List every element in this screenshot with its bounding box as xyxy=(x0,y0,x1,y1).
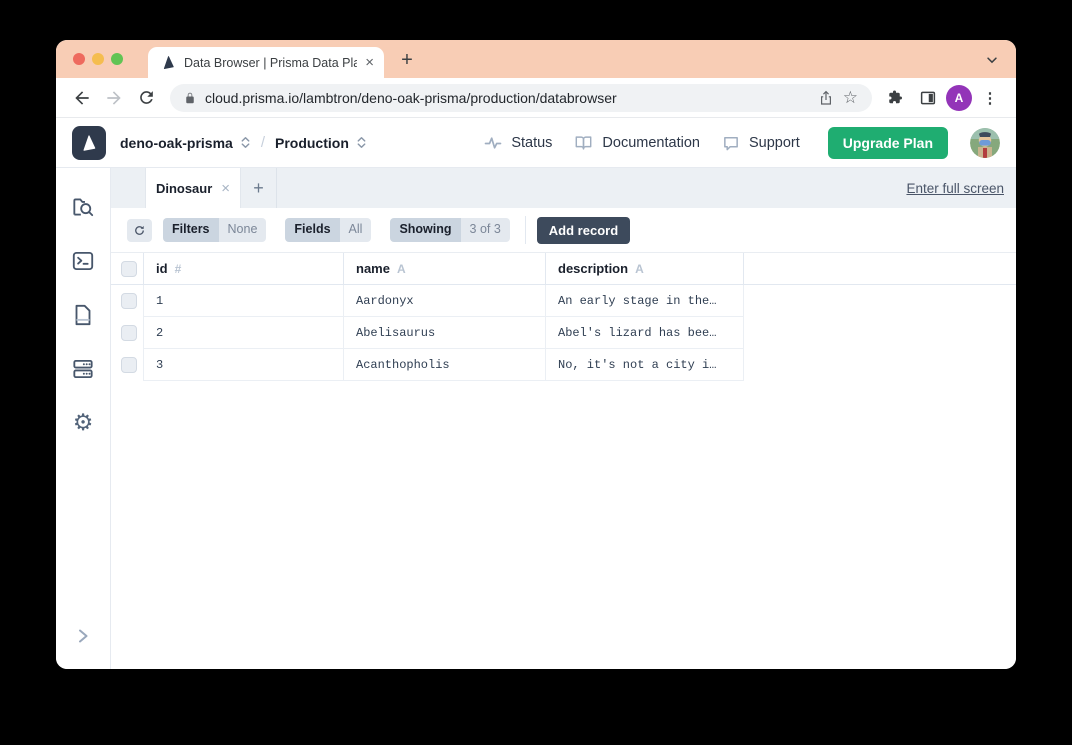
data-browser-icon[interactable] xyxy=(70,194,96,220)
window-controls xyxy=(73,53,123,65)
browser-menu-kebab-icon[interactable]: ⋮ xyxy=(976,84,1004,112)
showing-value: 3 of 3 xyxy=(461,218,510,242)
table-row: 2 Abelisaurus Abel's lizard has bee… xyxy=(111,317,1016,349)
string-type-icon: A xyxy=(635,262,644,276)
sidebar-expand-chevron-icon[interactable] xyxy=(70,623,96,649)
url-text: cloud.prisma.io/lambtron/deno-oak-prisma… xyxy=(205,90,809,106)
tab-close-icon[interactable]: × xyxy=(365,55,374,70)
fields-value: All xyxy=(340,218,372,242)
refresh-button[interactable] xyxy=(127,219,152,242)
column-header-name[interactable]: name A xyxy=(344,253,546,284)
fields-control[interactable]: Fields All xyxy=(285,218,371,242)
gear-icon: ⚙ xyxy=(73,412,94,435)
activity-icon xyxy=(484,134,502,152)
updown-chevron-icon xyxy=(356,136,367,149)
environment-selector[interactable]: Production xyxy=(275,135,367,151)
filters-label: Filters xyxy=(163,218,219,242)
cell-description[interactable]: An early stage in the… xyxy=(546,285,744,317)
nav-documentation[interactable]: Documentation xyxy=(574,134,700,152)
toolbar-divider xyxy=(525,216,526,244)
chrome-profile-avatar[interactable]: A xyxy=(946,85,972,111)
cell-id[interactable]: 1 xyxy=(143,285,344,317)
fields-label: Fields xyxy=(285,218,339,242)
browser-tab[interactable]: Data Browser | Prisma Data Pla × xyxy=(148,47,384,78)
row-checkbox[interactable] xyxy=(121,357,137,373)
user-avatar[interactable] xyxy=(970,128,1000,158)
data-grid: id # name A description A 1 Aardony xyxy=(111,253,1016,381)
minimize-window-button[interactable] xyxy=(92,53,104,65)
cell-id[interactable]: 3 xyxy=(143,349,344,381)
column-header-description[interactable]: description A xyxy=(546,253,744,284)
add-record-button[interactable]: Add record xyxy=(537,217,630,244)
model-tab-dinosaur[interactable]: Dinosaur × xyxy=(145,168,241,208)
cell-name[interactable]: Aardonyx xyxy=(344,285,546,317)
data-toolbar: Filters None Fields All Showing 3 of 3 A… xyxy=(111,208,1016,253)
project-name: deno-oak-prisma xyxy=(120,135,233,151)
book-icon xyxy=(574,134,593,152)
forward-button[interactable] xyxy=(100,84,128,112)
breadcrumb-separator: / xyxy=(261,134,265,151)
browser-window: Data Browser | Prisma Data Pla × + cloud… xyxy=(56,40,1016,669)
extensions-puzzle-icon[interactable] xyxy=(882,84,910,112)
cell-description[interactable]: No, it's not a city i… xyxy=(546,349,744,381)
add-model-tab-button[interactable]: + xyxy=(241,168,277,208)
row-checkbox[interactable] xyxy=(121,325,137,341)
table-header-row: id # name A description A xyxy=(111,253,1016,285)
nav-label: Status xyxy=(511,135,552,151)
schema-icon[interactable] xyxy=(70,302,96,328)
enter-full-screen-link[interactable]: Enter full screen xyxy=(906,181,1004,196)
filters-value: None xyxy=(219,218,267,242)
address-bar[interactable]: cloud.prisma.io/lambtron/deno-oak-prisma… xyxy=(170,84,872,112)
environment-name: Production xyxy=(275,135,349,151)
model-tab-close-icon[interactable]: × xyxy=(221,181,230,196)
nav-status[interactable]: Status xyxy=(484,134,552,152)
table-row: 3 Acanthopholis No, it's not a city i… xyxy=(111,349,1016,381)
cell-id[interactable]: 2 xyxy=(143,317,344,349)
tab-search-chevron-icon[interactable] xyxy=(985,53,999,72)
nav-label: Documentation xyxy=(602,135,700,151)
select-all-checkbox[interactable] xyxy=(121,261,137,277)
share-icon[interactable] xyxy=(818,89,834,107)
model-tab-label: Dinosaur xyxy=(156,181,212,196)
cell-name[interactable]: Acanthopholis xyxy=(344,349,546,381)
app-header: deno-oak-prisma / Production Status Docu… xyxy=(56,118,1016,168)
new-tab-button[interactable]: + xyxy=(394,47,420,73)
settings-icon[interactable]: ⚙ xyxy=(70,410,96,436)
updown-chevron-icon xyxy=(240,136,251,149)
browser-toolbar: cloud.prisma.io/lambtron/deno-oak-prisma… xyxy=(56,78,1016,118)
showing-indicator: Showing 3 of 3 xyxy=(390,218,509,242)
back-button[interactable] xyxy=(68,84,96,112)
close-window-button[interactable] xyxy=(73,53,85,65)
query-console-icon[interactable] xyxy=(70,248,96,274)
upgrade-plan-button[interactable]: Upgrade Plan xyxy=(828,127,948,159)
bookmark-star-icon[interactable]: ☆ xyxy=(843,89,858,106)
showing-label: Showing xyxy=(390,218,460,242)
string-type-icon: A xyxy=(397,262,406,276)
nav-label: Support xyxy=(749,135,800,151)
prisma-logo-icon xyxy=(72,126,106,160)
zoom-window-button[interactable] xyxy=(111,53,123,65)
reload-button[interactable] xyxy=(132,84,160,112)
nav-support[interactable]: Support xyxy=(722,134,800,152)
row-checkbox[interactable] xyxy=(121,293,137,309)
cell-name[interactable]: Abelisaurus xyxy=(344,317,546,349)
app-sidebar: ⚙ xyxy=(56,168,111,669)
refresh-icon xyxy=(133,224,146,237)
int-type-icon: # xyxy=(175,262,182,276)
project-selector[interactable]: deno-oak-prisma xyxy=(120,135,251,151)
side-panel-icon[interactable] xyxy=(914,84,942,112)
filters-control[interactable]: Filters None xyxy=(163,218,266,242)
browser-tab-strip: Data Browser | Prisma Data Pla × + xyxy=(56,40,1016,78)
column-header-id[interactable]: id # xyxy=(143,253,344,284)
chat-icon xyxy=(722,134,740,152)
lock-icon xyxy=(184,91,196,105)
model-tab-bar: Dinosaur × + Enter full screen xyxy=(111,168,1016,208)
browser-tab-title: Data Browser | Prisma Data Pla xyxy=(184,56,357,70)
databases-icon[interactable] xyxy=(70,356,96,382)
cell-description[interactable]: Abel's lizard has bee… xyxy=(546,317,744,349)
table-row: 1 Aardonyx An early stage in the… xyxy=(111,285,1016,317)
prisma-favicon-icon xyxy=(161,55,176,70)
